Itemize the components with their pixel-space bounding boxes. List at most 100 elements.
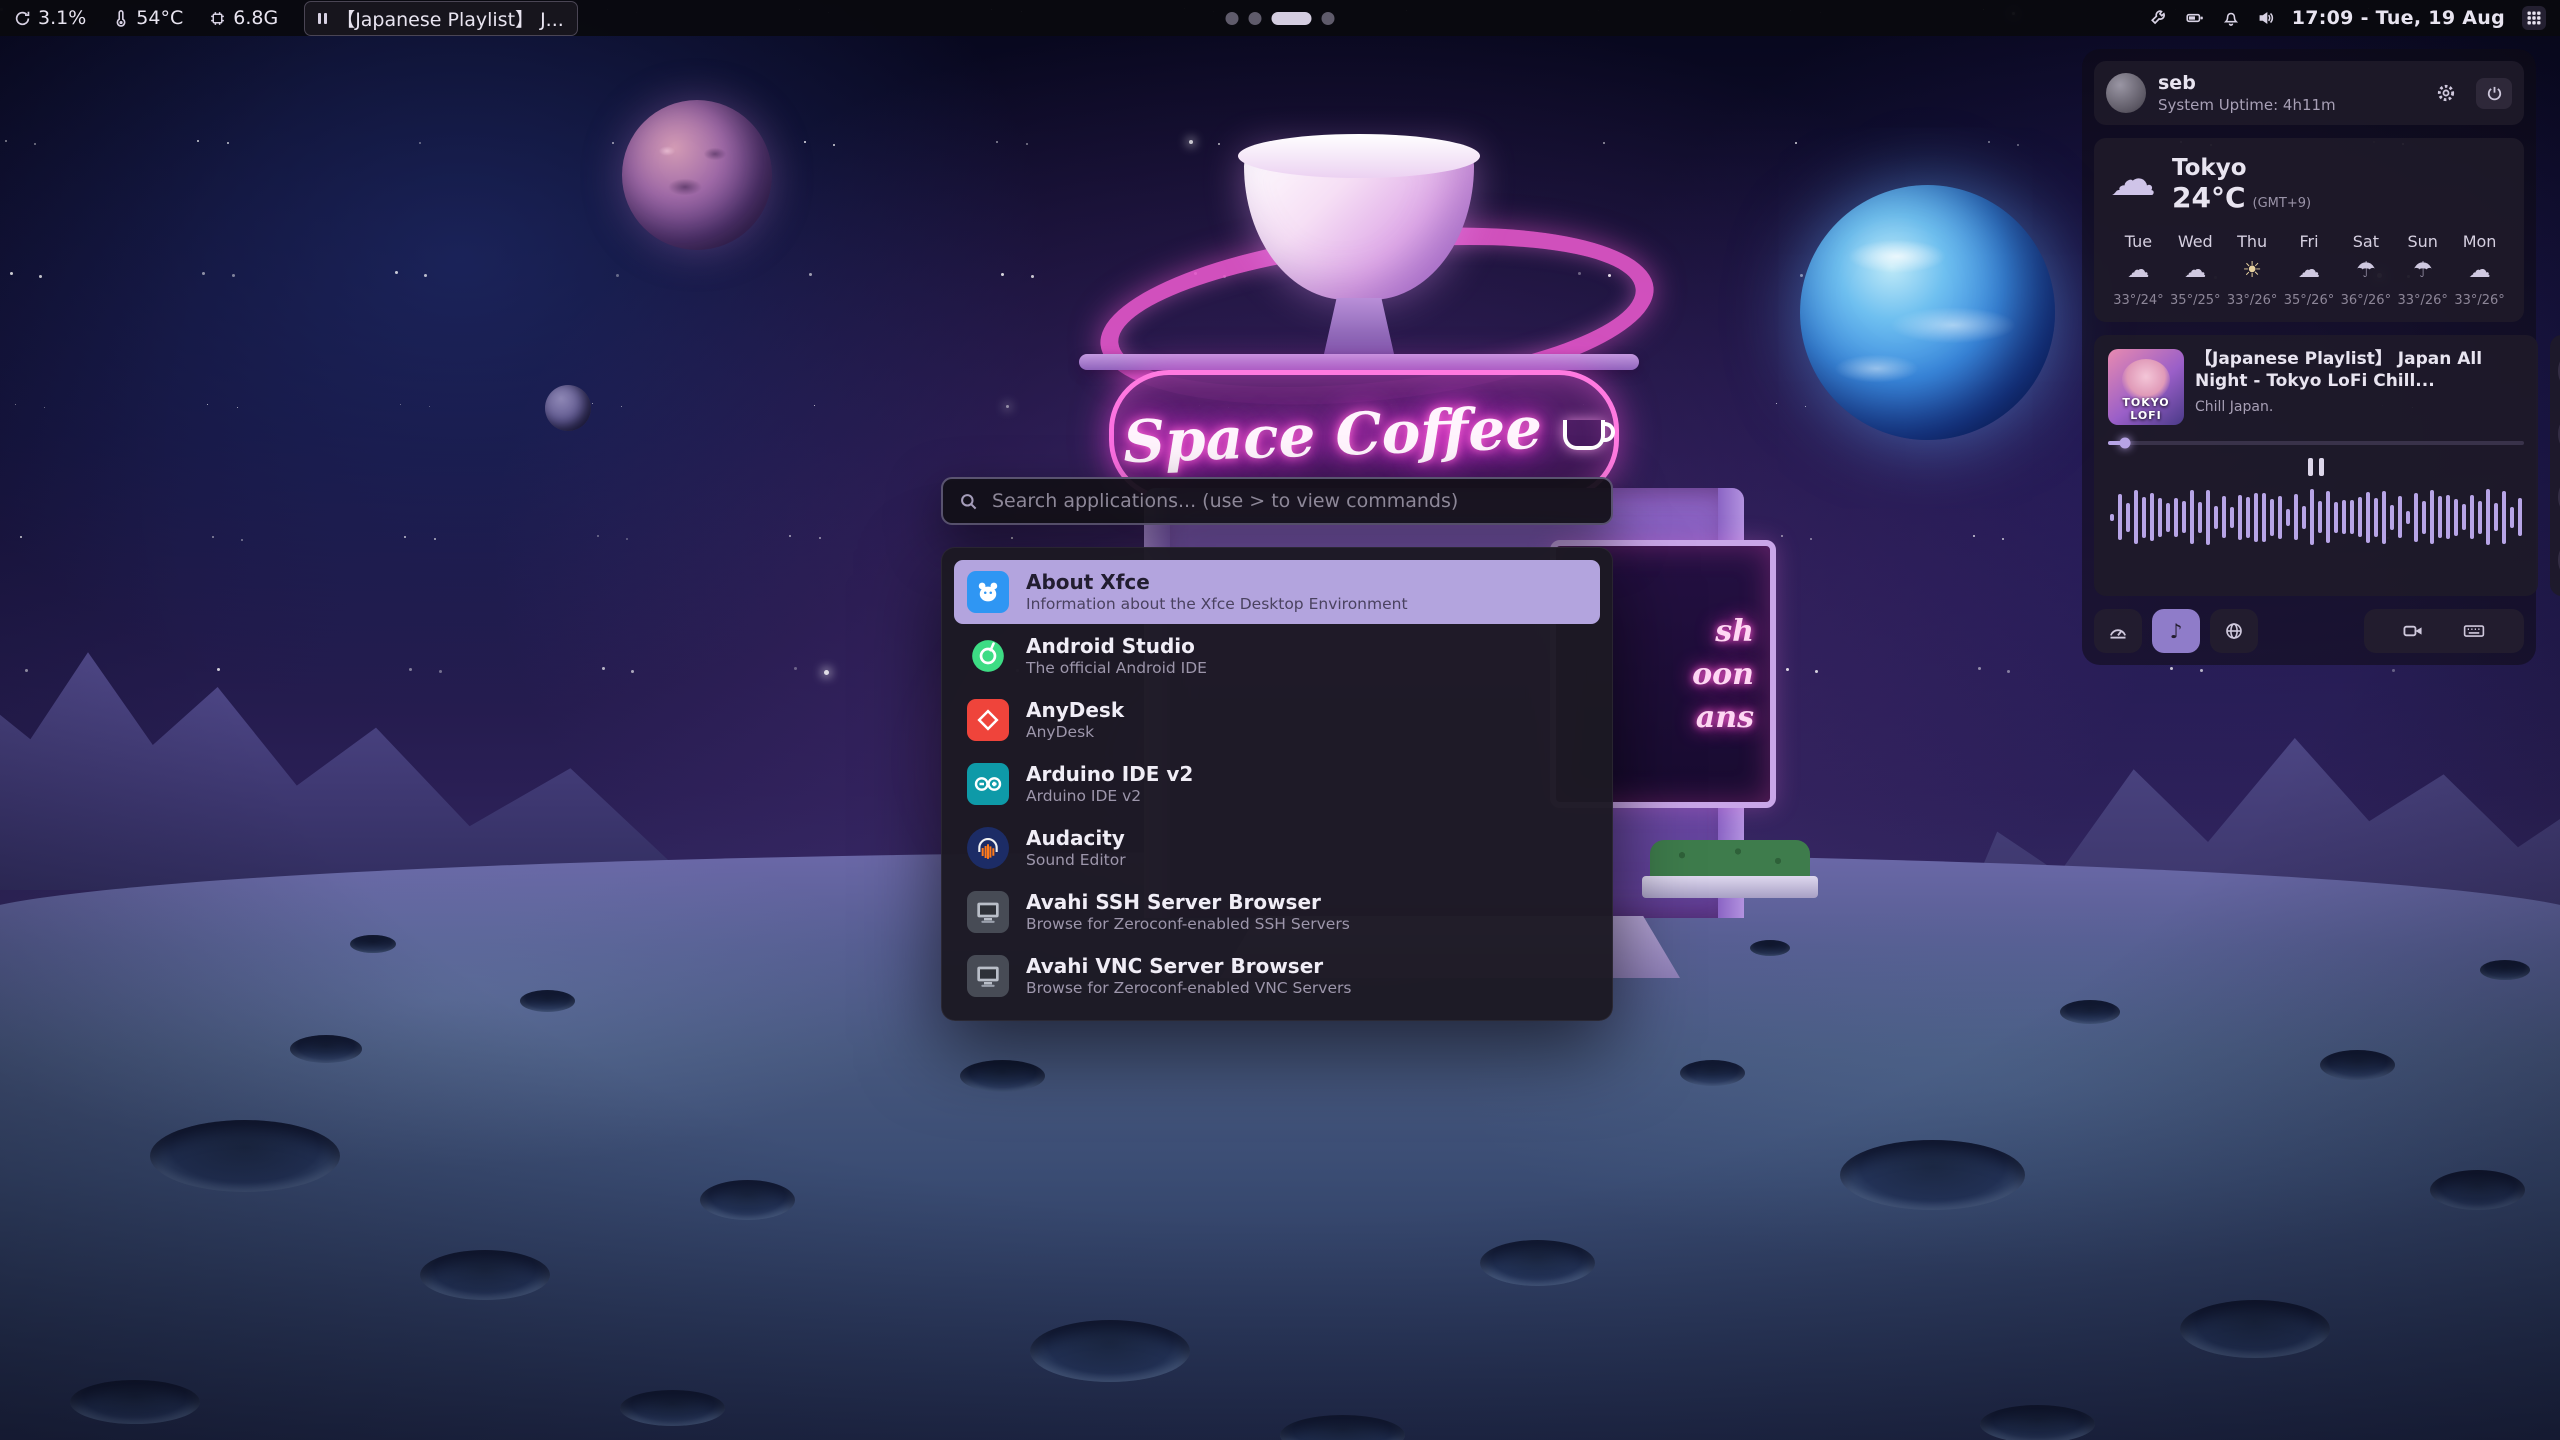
bell-icon[interactable] — [2222, 9, 2240, 27]
result-row-arduino[interactable]: Arduino IDE v2 Arduino IDE v2 — [954, 752, 1600, 816]
result-row-avahi-vnc[interactable]: Avahi VNC Server Browser Browse for Zero… — [954, 944, 1600, 1008]
volume-icon[interactable] — [2257, 9, 2275, 27]
result-row-audacity[interactable]: Audacity Sound Editor — [954, 816, 1600, 880]
cpu-gauge: 3.1% — [2550, 347, 2560, 395]
music-tab-button[interactable]: ♪ — [2152, 609, 2200, 653]
music-note-icon: ♪ — [2170, 619, 2183, 643]
temperature-value: 54°C — [136, 7, 183, 29]
forecast-weather-icon — [2281, 258, 2338, 283]
shop-roof — [1079, 354, 1639, 370]
result-title: About Xfce — [1026, 571, 1408, 593]
android-studio-icon — [967, 635, 1009, 677]
workspace-dot-1[interactable] — [1226, 12, 1239, 25]
search-icon — [959, 492, 978, 511]
weather-cloud-icon: ☁ — [2110, 156, 2156, 202]
result-subtitle: AnyDesk — [1026, 724, 1124, 741]
track-title: 【Japanese Playlist】 Japan All Night - To… — [2195, 349, 2524, 392]
pause-button[interactable] — [2108, 458, 2524, 476]
dashboard-button[interactable] — [2094, 609, 2142, 653]
forecast-day: Mon 33°/26° — [2451, 232, 2508, 308]
monitor-icon — [967, 891, 1009, 933]
status-tray: 17:09 - Tue, 19 Aug — [2150, 6, 2546, 30]
sidebar-dock: ♪ — [2094, 609, 2524, 653]
clock[interactable]: 17:09 - Tue, 19 Aug — [2292, 7, 2505, 29]
cpu-indicator[interactable]: 3.1% — [14, 7, 86, 29]
screen-record-button[interactable] — [2402, 621, 2424, 641]
result-title: Arduino IDE v2 — [1026, 763, 1193, 785]
forecast-day: Sat 36°/26° — [2337, 232, 2394, 308]
window-neon-text: oon — [1692, 657, 1754, 692]
result-title: Android Studio — [1026, 635, 1207, 657]
sidebar-panel: seb System Uptime: 4h11m ☁ Tokyo — [2082, 49, 2536, 665]
planter-box — [1642, 876, 1818, 898]
memory-value: 6.8G — [233, 7, 278, 29]
seek-thumb[interactable] — [2119, 438, 2130, 449]
result-subtitle: The official Android IDE — [1026, 660, 1207, 677]
power-button[interactable] — [2476, 78, 2512, 109]
network-button[interactable] — [2210, 609, 2258, 653]
forecast-weather-icon — [2451, 258, 2508, 283]
result-title: Avahi SSH Server Browser — [1026, 891, 1350, 913]
search-bar[interactable] — [941, 477, 1613, 525]
result-row-android-studio[interactable]: Android Studio The official Android IDE — [954, 624, 1600, 688]
avatar — [2106, 73, 2146, 113]
result-subtitle: Arduino IDE v2 — [1026, 788, 1193, 805]
system-stats-column: 3.1% 54°C 14% — [2550, 335, 2560, 596]
search-input[interactable] — [990, 489, 1595, 513]
memory-chip-icon — [209, 10, 226, 27]
memory-indicator[interactable]: 6.8G — [209, 7, 278, 29]
forecast-day: Tue 33°/24° — [2110, 232, 2167, 308]
hedge-plants — [1650, 840, 1810, 878]
cpu-load-icon — [14, 10, 31, 27]
forecast-weather-icon — [2337, 258, 2394, 283]
top-panel: 3.1% 54°C 6.8G 【Japanese Playlist】 J... — [0, 0, 2560, 36]
username: seb — [2158, 72, 2416, 94]
forecast-day: Thu 33°/26° — [2224, 232, 2281, 308]
album-art-label: TOKYO LOFI — [2108, 396, 2184, 422]
result-row-about-xfce[interactable]: About Xfce Information about the Xfce De… — [954, 560, 1600, 624]
thermometer-icon — [112, 10, 129, 27]
system-indicators: 3.1% 54°C 6.8G 【Japanese Playlist】 J... — [14, 1, 578, 36]
anydesk-icon — [967, 699, 1009, 741]
result-title: AnyDesk — [1026, 699, 1124, 721]
window-neon-text: sh — [1715, 614, 1754, 649]
disk-gauge: 24% — [2550, 536, 2560, 584]
seek-bar[interactable] — [2108, 441, 2524, 445]
temperature-gauge: 54°C — [2550, 410, 2560, 458]
album-art: TOKYO LOFI — [2108, 349, 2184, 425]
wrench-icon[interactable] — [2150, 9, 2168, 27]
forecast-day: Sun 33°/26° — [2394, 232, 2451, 308]
monitor-icon — [967, 955, 1009, 997]
app-launcher: About Xfce Information about the Xfce De… — [941, 477, 1613, 1021]
workspace-dot-4[interactable] — [1322, 12, 1335, 25]
forecast-weather-icon — [2224, 258, 2281, 283]
weather-city: Tokyo — [2172, 156, 2311, 181]
coffee-cup-icon — [1563, 420, 1605, 450]
neon-sign-text: Space Coffee — [1122, 394, 1543, 477]
power-icon — [2486, 85, 2503, 102]
window-neon-text: ans — [1696, 700, 1754, 735]
workspace-active-pill[interactable] — [1272, 12, 1312, 25]
speedometer-icon — [2108, 621, 2128, 641]
result-row-avahi-ssh[interactable]: Avahi SSH Server Browser Browse for Zero… — [954, 880, 1600, 944]
app-grid-icon[interactable] — [2522, 6, 2546, 30]
now-playing-label: 【Japanese Playlist】 J... — [336, 5, 564, 32]
temperature-indicator[interactable]: 54°C — [112, 7, 183, 29]
keyboard-button[interactable] — [2462, 621, 2486, 641]
forecast-row: Tue 33°/24° Wed 35°/25° Thu 33°/26° Fri — [2110, 232, 2508, 308]
audacity-icon — [967, 827, 1009, 869]
settings-button[interactable] — [2428, 78, 2464, 109]
workspace-dot-2[interactable] — [1249, 12, 1262, 25]
arduino-icon — [967, 763, 1009, 805]
weather-timezone: (GMT+9) — [2253, 196, 2312, 211]
result-row-anydesk[interactable]: AnyDesk AnyDesk — [954, 688, 1600, 752]
uptime-label: System Uptime: 4h11m — [2158, 96, 2416, 114]
audio-waveform — [2108, 484, 2524, 550]
weather-temperature: 24°C — [2172, 181, 2246, 214]
dock-right-group — [2364, 609, 2524, 653]
now-playing-widget[interactable]: 【Japanese Playlist】 J... — [304, 1, 578, 36]
gear-icon — [2436, 83, 2456, 103]
battery-icon[interactable] — [2185, 9, 2205, 27]
result-subtitle: Browse for Zeroconf-enabled SSH Servers — [1026, 916, 1350, 933]
result-title: Audacity — [1026, 827, 1126, 849]
